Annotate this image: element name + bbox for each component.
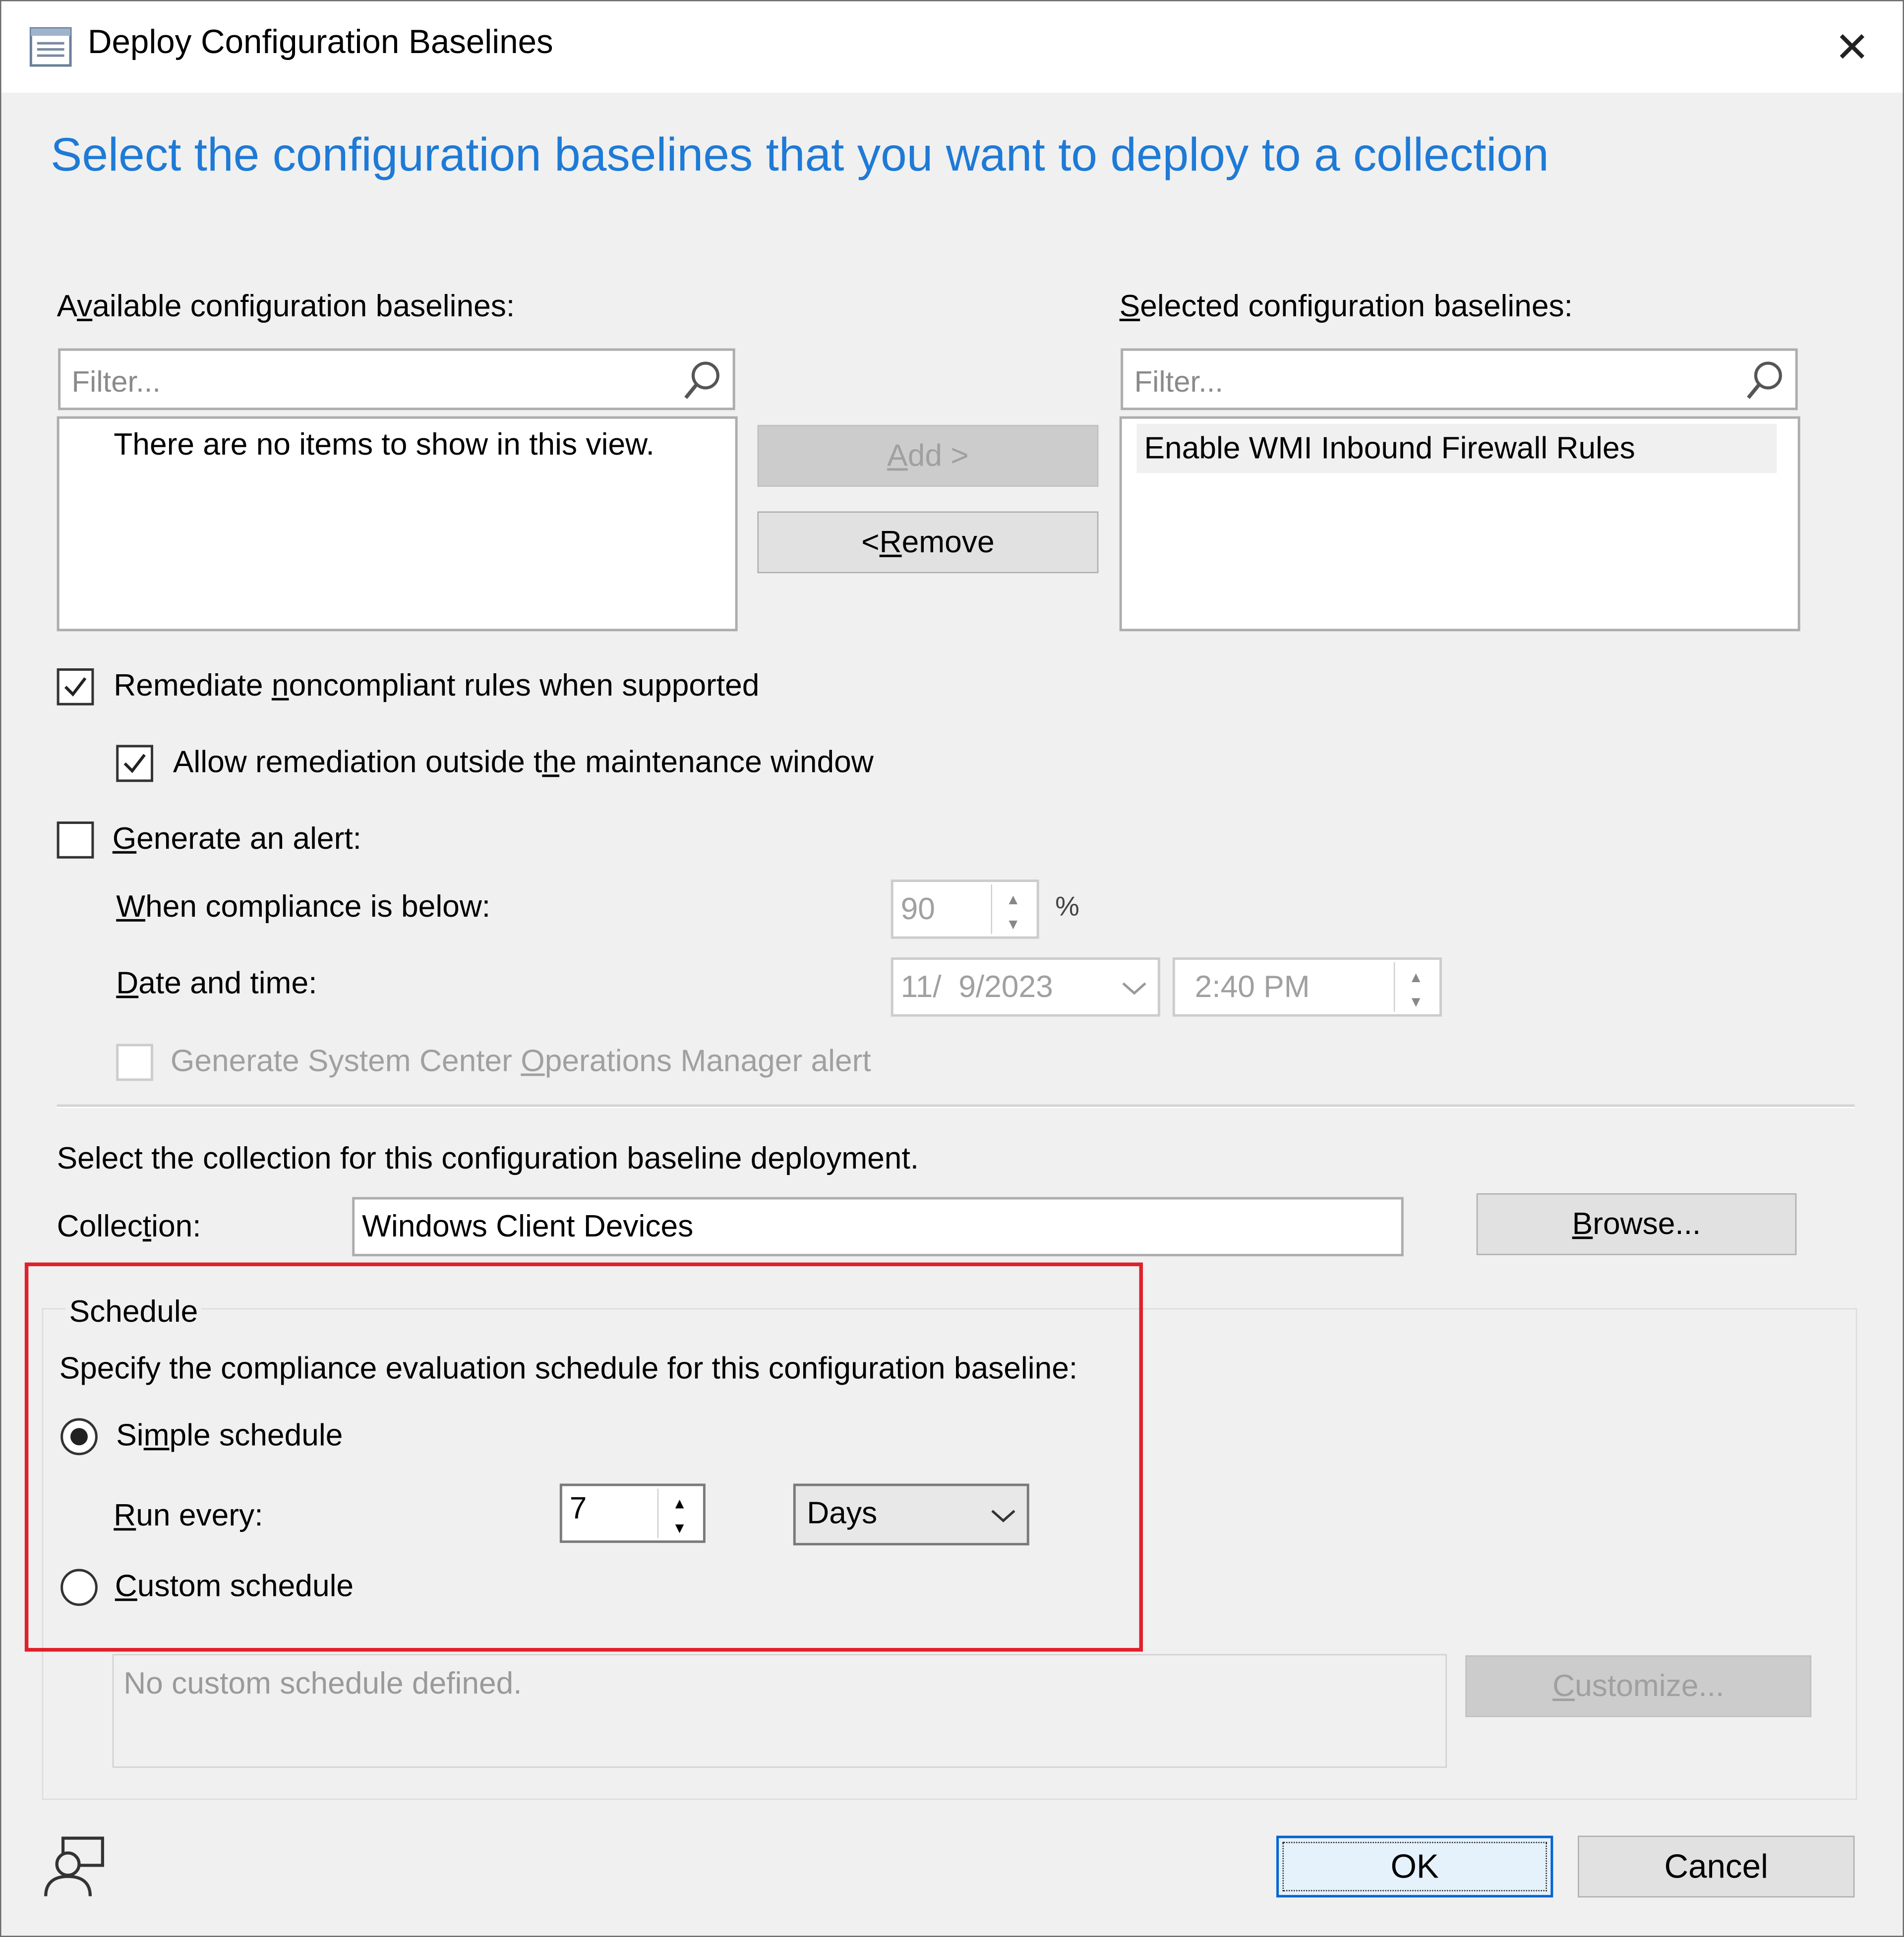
compliance-below-label: When compliance is below: [116,889,491,924]
available-filter-input[interactable]: Filter... [58,348,735,411]
browse-button[interactable]: Browse... [1476,1193,1797,1255]
selected-filter-input[interactable]: Filter... [1121,348,1798,411]
available-filter-placeholder: Filter... [71,365,161,399]
custom-schedule-textarea[interactable]: No custom schedule defined. [112,1654,1447,1768]
collection-field[interactable]: Windows Client Devices [352,1197,1404,1257]
dialog-app-icon [29,27,72,67]
remediate-label: Remediate noncompliant rules when suppor… [114,668,760,703]
available-baselines-label: Available configuration baselines: [57,289,515,324]
compliance-threshold-value: 90 [900,892,935,927]
title-bar: Deploy Configuration Baselines ✕ [1,1,1903,93]
scom-alert-label: Generate System Center Operations Manage… [170,1044,871,1079]
list-item[interactable]: Enable WMI Inbound Firewall Rules [1136,423,1777,473]
generate-alert-checkbox[interactable] [57,821,94,859]
time-spinner[interactable]: ▲ ▼ [1393,962,1437,1014]
alert-date-value: 11/ 9/2023 [900,969,1053,1004]
spin-down-icon[interactable]: ▼ [1395,990,1437,1014]
schedule-highlight-box [24,1262,1143,1652]
close-icon[interactable]: ✕ [1825,21,1880,75]
list-item-label: Enable WMI Inbound Firewall Rules [1144,431,1635,466]
add-button[interactable]: Add > [757,425,1099,487]
generate-alert-label: Generate an alert: [112,821,361,856]
scom-alert-checkbox[interactable] [116,1044,153,1081]
selected-filter-placeholder: Filter... [1134,365,1224,399]
dialog-window: Deploy Configuration Baselines ✕ Select … [0,0,1904,1937]
ok-button[interactable]: OK [1276,1835,1553,1898]
empty-list-message: There are no items to show in this view. [114,427,654,462]
percent-label: % [1055,890,1079,922]
checkmark-icon [64,677,87,697]
spin-up-icon[interactable]: ▲ [1395,965,1437,990]
user-feedback-icon[interactable] [41,1834,108,1899]
selected-baselines-list[interactable]: Enable WMI Inbound Firewall Rules [1119,416,1800,632]
chevron-down-icon[interactable] [1121,980,1148,997]
spin-down-icon[interactable]: ▼ [992,912,1034,937]
checkmark-icon [123,754,146,773]
allow-remediation-label: Allow remediation outside the maintenanc… [173,745,874,780]
collection-value: Windows Client Devices [362,1209,694,1244]
cancel-button[interactable]: Cancel [1578,1835,1855,1898]
search-icon[interactable] [1743,358,1788,403]
selected-baselines-label: Selected configuration baselines: [1119,289,1573,324]
section-divider [57,1104,1855,1109]
alert-time-value: 2:40 PM [1194,969,1310,1004]
spin-up-icon[interactable]: ▲ [992,887,1034,912]
collection-instruction: Select the collection for this configura… [57,1141,919,1176]
available-baselines-list[interactable]: There are no items to show in this view. [57,416,738,632]
compliance-threshold-stepper[interactable]: 90 ▲ ▼ [891,880,1039,939]
compliance-spinner[interactable]: ▲ ▼ [991,884,1034,934]
search-icon[interactable] [681,358,725,403]
date-time-label: Date and time: [116,966,317,1001]
collection-label: Collection: [57,1209,201,1244]
alert-date-picker[interactable]: 11/ 9/2023 [891,957,1160,1017]
allow-remediation-checkbox[interactable] [116,745,153,782]
alert-time-stepper[interactable]: 2:40 PM ▲ ▼ [1172,957,1442,1017]
focus-rect [1282,1842,1547,1891]
remove-button[interactable]: < Remove [757,511,1099,574]
customize-button[interactable]: Customize... [1465,1655,1812,1717]
remediate-checkbox[interactable] [57,668,94,705]
window-title: Deploy Configuration Baselines [87,23,553,61]
page-heading: Select the configuration baselines that … [51,129,1549,182]
custom-schedule-text: No custom schedule defined. [123,1666,522,1702]
